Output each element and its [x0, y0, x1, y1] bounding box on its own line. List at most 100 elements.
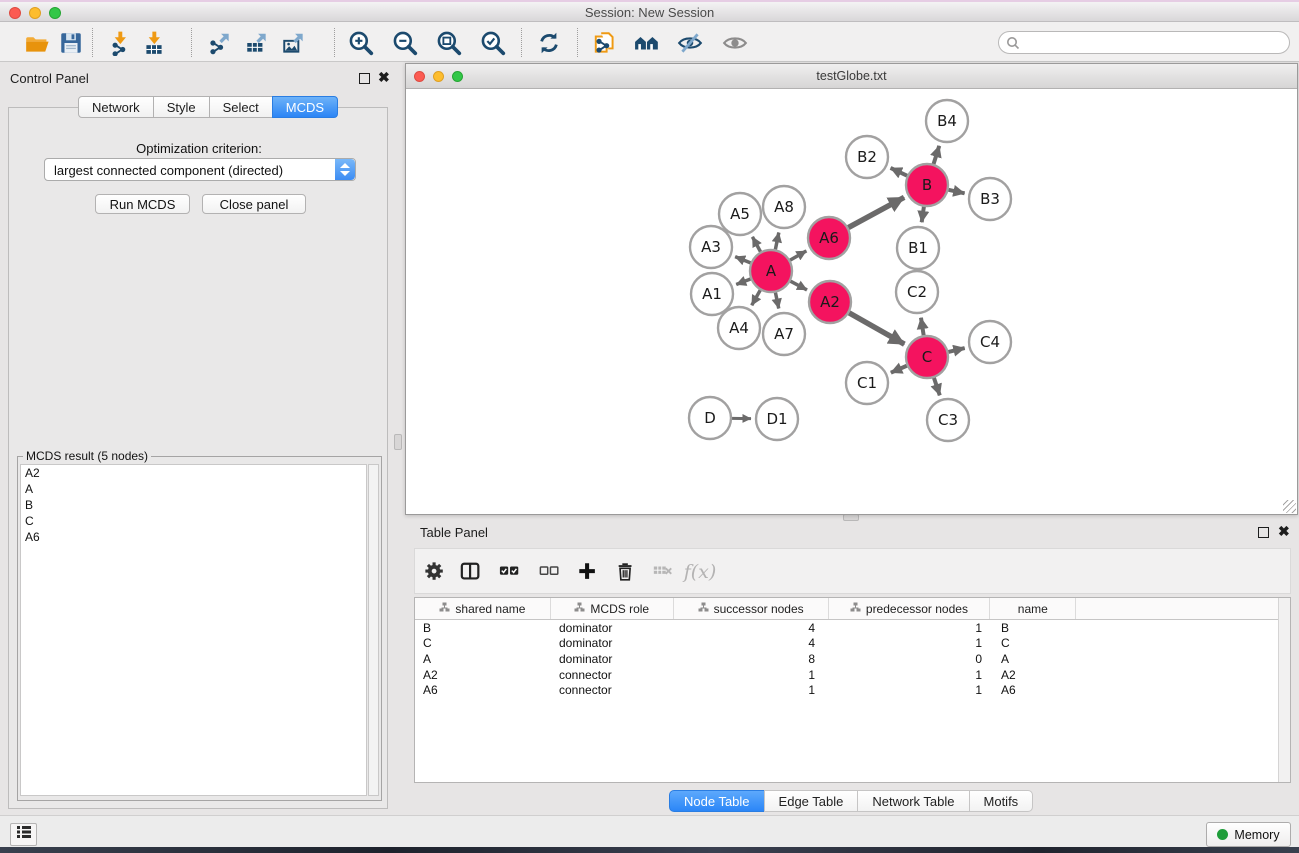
- birds-eye-view-icon[interactable]: [721, 29, 749, 57]
- table-panel-float-button[interactable]: [1258, 527, 1269, 538]
- tab-network[interactable]: Network: [78, 96, 154, 118]
- table-row-A2[interactable]: A2connector11A2: [415, 667, 1278, 683]
- table-cell[interactable]: A2: [991, 667, 1077, 683]
- graph-edge-C-C3[interactable]: [934, 378, 940, 395]
- table-row-C[interactable]: Cdominator41C: [415, 636, 1278, 652]
- duplicate-network-icon[interactable]: [591, 29, 619, 57]
- table-cell[interactable]: connector: [551, 682, 674, 698]
- table-cell[interactable]: 8: [674, 651, 829, 667]
- vertical-split-grip[interactable]: [394, 434, 402, 450]
- graph-node-C2[interactable]: C2: [896, 271, 938, 313]
- search-input[interactable]: [1025, 33, 1283, 52]
- tab-style[interactable]: Style: [153, 96, 210, 118]
- tab-edge-table[interactable]: Edge Table: [764, 790, 859, 812]
- control-panel-float-button[interactable]: [359, 73, 370, 84]
- graph-node-A7[interactable]: A7: [763, 313, 805, 355]
- hide-graphics-details-icon[interactable]: [676, 29, 704, 57]
- criterion-dropdown[interactable]: largest connected component (directed): [44, 158, 356, 181]
- table-cell[interactable]: connector: [551, 667, 674, 683]
- export-image-icon[interactable]: [280, 29, 308, 57]
- mcds-result-scrollbar[interactable]: [368, 464, 379, 796]
- table-cell[interactable]: A6: [991, 682, 1077, 698]
- table-cell[interactable]: dominator: [551, 620, 674, 636]
- table-cell[interactable]: 1: [829, 667, 991, 683]
- select-all-icon[interactable]: [497, 559, 523, 585]
- tab-select[interactable]: Select: [209, 96, 273, 118]
- table-row-A[interactable]: Adominator80A: [415, 651, 1278, 667]
- import-table-icon[interactable]: [140, 29, 168, 57]
- table-cell[interactable]: A6: [415, 682, 551, 698]
- graph-edge-B-B4[interactable]: [934, 146, 940, 164]
- home-icon[interactable]: [633, 29, 661, 57]
- export-table-icon[interactable]: [243, 29, 271, 57]
- mcds-result-item[interactable]: B: [21, 497, 366, 513]
- delete-icon[interactable]: [613, 559, 639, 585]
- zoom-selected-icon[interactable]: [479, 29, 507, 57]
- memory-button[interactable]: Memory: [1206, 822, 1291, 847]
- control-panel-close-button[interactable]: ✖: [378, 72, 390, 83]
- graph-node-B2[interactable]: B2: [846, 136, 888, 178]
- graph-node-B1[interactable]: B1: [897, 227, 939, 269]
- graph-node-A6[interactable]: A6: [808, 217, 850, 259]
- graph-edge-C-C2[interactable]: [921, 318, 924, 336]
- graph-node-B3[interactable]: B3: [969, 178, 1011, 220]
- add-icon[interactable]: [575, 559, 601, 585]
- table-cell[interactable]: 1: [674, 682, 829, 698]
- graph-edge-A2-C[interactable]: [849, 313, 904, 344]
- graph-node-C1[interactable]: C1: [846, 362, 888, 404]
- gear-icon[interactable]: [422, 559, 448, 585]
- unselect-all-icon[interactable]: [537, 559, 563, 585]
- table-cell[interactable]: 4: [674, 620, 829, 636]
- table-cell[interactable]: C: [415, 636, 551, 652]
- column-header-successor-nodes[interactable]: successor nodes: [674, 598, 829, 619]
- mcds-result-item[interactable]: A2: [21, 465, 366, 481]
- graph-edge-A-A4[interactable]: [752, 290, 761, 305]
- graph-edge-A-A1[interactable]: [736, 279, 750, 285]
- table-cell[interactable]: 4: [674, 636, 829, 652]
- graph-edge-A6-B[interactable]: [848, 197, 904, 227]
- graph-edge-C-C1[interactable]: [891, 366, 907, 373]
- graph-edge-A-A3[interactable]: [735, 257, 750, 263]
- table-cell[interactable]: A: [415, 651, 551, 667]
- graph-node-A[interactable]: A: [750, 250, 792, 292]
- graph-node-A4[interactable]: A4: [718, 307, 760, 349]
- table-row-B[interactable]: Bdominator41B: [415, 620, 1278, 636]
- graph-edge-A-A7[interactable]: [775, 293, 778, 309]
- open-icon[interactable]: [23, 29, 51, 57]
- table-cell[interactable]: A: [991, 651, 1077, 667]
- export-network-icon[interactable]: [206, 29, 234, 57]
- graph-edge-A-A2[interactable]: [790, 281, 807, 290]
- tab-mcds[interactable]: MCDS: [272, 96, 338, 118]
- table-scrollbar[interactable]: [1278, 598, 1290, 782]
- horizontal-split-grip[interactable]: [843, 514, 859, 521]
- table-cell[interactable]: dominator: [551, 636, 674, 652]
- columns-icon[interactable]: [458, 559, 484, 585]
- table-cell[interactable]: 1: [829, 636, 991, 652]
- mcds-result-item[interactable]: C: [21, 513, 366, 529]
- tab-network-table[interactable]: Network Table: [857, 790, 969, 812]
- graph-edge-A-A5[interactable]: [752, 237, 760, 252]
- graph-node-A5[interactable]: A5: [719, 193, 761, 235]
- graph-node-D1[interactable]: D1: [756, 398, 798, 440]
- refresh-icon[interactable]: [535, 29, 563, 57]
- graph-edge-A-A8[interactable]: [775, 232, 778, 249]
- graph-node-C4[interactable]: C4: [969, 321, 1011, 363]
- zoom-in-icon[interactable]: [347, 29, 375, 57]
- graph-node-A8[interactable]: A8: [763, 186, 805, 228]
- mcds-result-item[interactable]: A: [21, 481, 366, 497]
- graph-node-A1[interactable]: A1: [691, 273, 733, 315]
- tab-motifs[interactable]: Motifs: [969, 790, 1034, 812]
- table-row-A6[interactable]: A6connector11A6: [415, 682, 1278, 698]
- task-history-button[interactable]: [10, 823, 37, 846]
- table-cell[interactable]: B: [415, 620, 551, 636]
- table-cell[interactable]: 1: [674, 667, 829, 683]
- tab-node-table[interactable]: Node Table: [669, 790, 765, 812]
- graph-node-C[interactable]: C: [906, 336, 948, 378]
- graph-edge-B-B2[interactable]: [891, 168, 908, 176]
- graph-node-A3[interactable]: A3: [690, 226, 732, 268]
- zoom-out-icon[interactable]: [391, 29, 419, 57]
- close-panel-button[interactable]: Close panel: [202, 194, 306, 214]
- network-canvas[interactable]: AA1A2A3A4A5A6A7A8BB1B2B3B4CC1C2C3C4DD1: [406, 89, 1297, 514]
- graph-edge-A-A6[interactable]: [790, 251, 806, 260]
- graph-edge-B-B1[interactable]: [922, 207, 924, 222]
